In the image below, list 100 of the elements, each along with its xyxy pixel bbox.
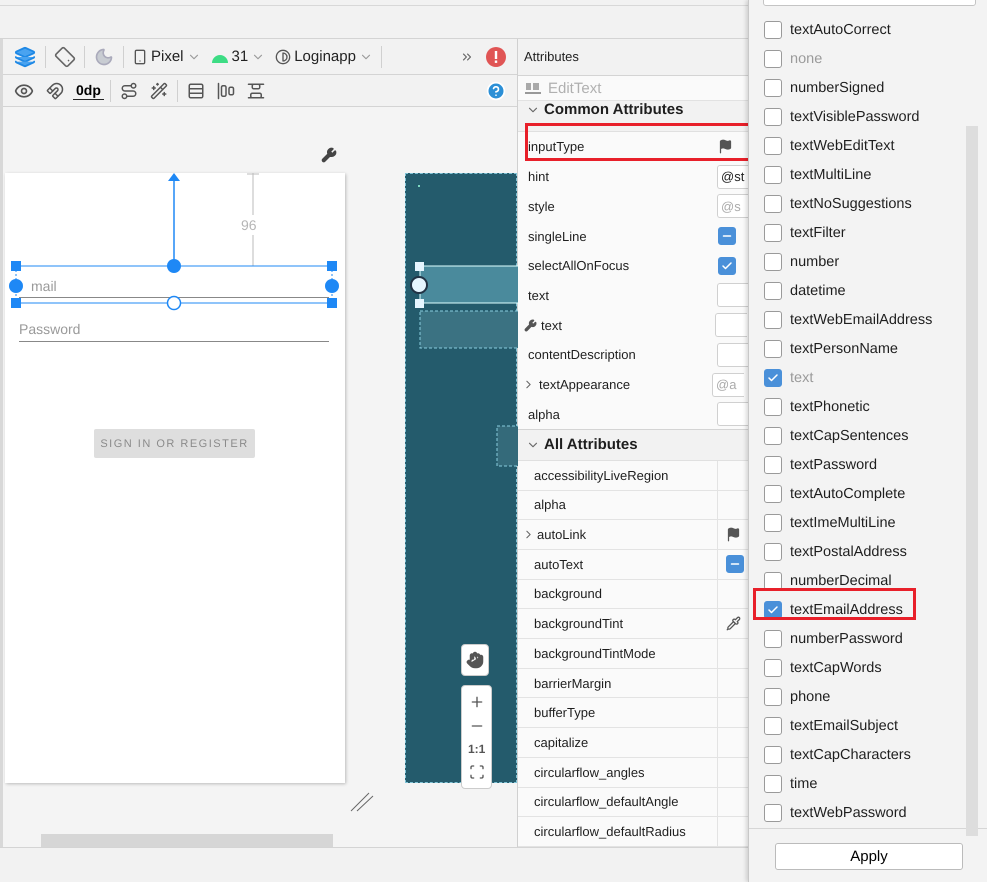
resize-handle-icon[interactable] (350, 790, 374, 812)
checkbox[interactable] (764, 311, 782, 329)
edittext-icon (524, 81, 542, 96)
option-label[interactable]: textPhonetic (790, 399, 870, 415)
eyedropper-icon[interactable] (726, 616, 741, 632)
attribute-name: accessibilityLiveRegion (534, 468, 668, 483)
option-label[interactable]: textWebEmailAddress (790, 312, 932, 328)
checkbox[interactable] (718, 256, 736, 275)
checkbox[interactable] (764, 514, 782, 532)
theme-dropdown[interactable]: Loginapp (273, 48, 375, 65)
zoom-in-icon[interactable] (468, 694, 485, 710)
attribute-name: capitalize (534, 735, 588, 750)
checkbox[interactable] (764, 137, 782, 155)
attribute-name: textAppearance (539, 377, 632, 392)
option-label[interactable]: textPostalAddress (790, 544, 907, 560)
scrollbar[interactable] (966, 126, 978, 836)
checkbox[interactable] (718, 227, 736, 246)
option-label[interactable]: textMultiLine (790, 167, 872, 183)
password-hint: Password (19, 321, 80, 337)
value-field[interactable]: @a (712, 372, 744, 397)
email-hint: mail (31, 278, 57, 294)
attribute-name: style (528, 198, 556, 214)
fit-screen-icon[interactable] (468, 764, 485, 780)
apply-button[interactable]: Apply (775, 842, 963, 870)
option-label[interactable]: phone (790, 689, 830, 705)
value-field[interactable] (717, 283, 749, 308)
section-title: All Attributes (544, 436, 638, 454)
scrollbar[interactable] (41, 834, 333, 847)
contrast-icon (275, 48, 292, 64)
checkbox[interactable] (764, 79, 782, 97)
option-label[interactable]: number (790, 254, 840, 270)
attribute-name: circularflow_angles (534, 764, 645, 780)
wrench-icon[interactable] (321, 147, 337, 163)
value-field[interactable]: @s (717, 194, 749, 218)
option-label[interactable]: numberDecimal (790, 573, 892, 589)
attribute-name: autoText (534, 556, 584, 572)
value-field[interactable]: @st (717, 164, 749, 189)
value-field[interactable] (717, 402, 749, 426)
checkbox[interactable] (764, 485, 782, 503)
attribute-name: autoLink (537, 527, 586, 542)
option-label[interactable]: time (790, 776, 818, 792)
option-label[interactable]: textImeMultiLine (790, 515, 896, 531)
option-label[interactable]: textAutoComplete (790, 486, 906, 502)
option-label[interactable]: textCapWords (790, 660, 882, 676)
checkbox[interactable] (764, 659, 782, 677)
option-label[interactable]: datetime (790, 283, 846, 299)
checkbox[interactable] (764, 253, 782, 271)
section-title: Common Attributes (544, 101, 684, 118)
option-label[interactable]: textEmailSubject (790, 718, 898, 734)
checkbox[interactable] (764, 108, 782, 126)
option-label[interactable]: textVisiblePassword (790, 109, 920, 125)
checkbox[interactable] (764, 804, 782, 822)
actual-size-button[interactable]: 1:1 (468, 742, 486, 756)
attribute-name: alpha (528, 406, 561, 422)
hand-icon[interactable] (466, 651, 484, 669)
checkbox[interactable] (764, 688, 782, 706)
checkbox[interactable] (764, 630, 782, 648)
device-dropdown[interactable]: Pixel (130, 48, 203, 65)
option-label[interactable]: textAutoCorrect (790, 22, 891, 38)
checkbox[interactable] (764, 166, 782, 184)
api-level-dropdown[interactable]: 31 (208, 48, 268, 65)
flag-icon[interactable] (726, 527, 741, 542)
check-icon (767, 372, 779, 384)
attribute-name: hint (528, 169, 550, 184)
checkbox[interactable] (764, 543, 782, 561)
error-icon[interactable] (486, 46, 506, 66)
panel-title: Attributes (518, 39, 749, 76)
option-label[interactable]: textPersonName (790, 341, 898, 357)
checkbox[interactable] (764, 340, 782, 358)
value-field[interactable] (715, 313, 747, 338)
checkbox[interactable] (764, 775, 782, 793)
checkbox[interactable] (764, 456, 782, 474)
attribute-name: selectAllOnFocus (528, 258, 630, 274)
option-label[interactable]: textCapCharacters (790, 747, 911, 763)
checkbox[interactable] (764, 195, 782, 213)
checkbox[interactable] (764, 427, 782, 445)
checkbox[interactable] (764, 717, 782, 735)
option-label[interactable]: textWebPassword (790, 805, 907, 821)
flag-icon[interactable] (718, 139, 733, 154)
option-label[interactable]: textFilter (790, 225, 846, 241)
option-label[interactable]: textNoSuggestions (790, 196, 912, 212)
attribute-name: singleLine (528, 228, 588, 244)
attribute-name: background (534, 586, 602, 602)
option-label[interactable]: textWebEditText (790, 138, 895, 154)
option-label[interactable]: numberSigned (790, 80, 884, 96)
value-field[interactable] (717, 342, 749, 367)
checkbox[interactable] (764, 224, 782, 242)
option-label[interactable]: textPassword (790, 457, 878, 473)
checkbox[interactable] (764, 282, 782, 300)
attribute-name: circularflow_defaultRadius (534, 824, 686, 840)
checkbox[interactable] (764, 21, 782, 39)
checkbox[interactable] (726, 555, 744, 574)
rotated-phone-icon[interactable] (52, 46, 78, 66)
default-margin-button[interactable]: 0dp (73, 82, 104, 100)
option-label[interactable]: textCapSentences (790, 428, 908, 444)
checkbox[interactable] (764, 398, 782, 416)
attribute-name: alpha (534, 497, 566, 512)
checkbox[interactable] (764, 746, 782, 764)
option-label[interactable]: numberPassword (790, 631, 903, 647)
option-label[interactable]: textEmailAddress (790, 602, 903, 618)
